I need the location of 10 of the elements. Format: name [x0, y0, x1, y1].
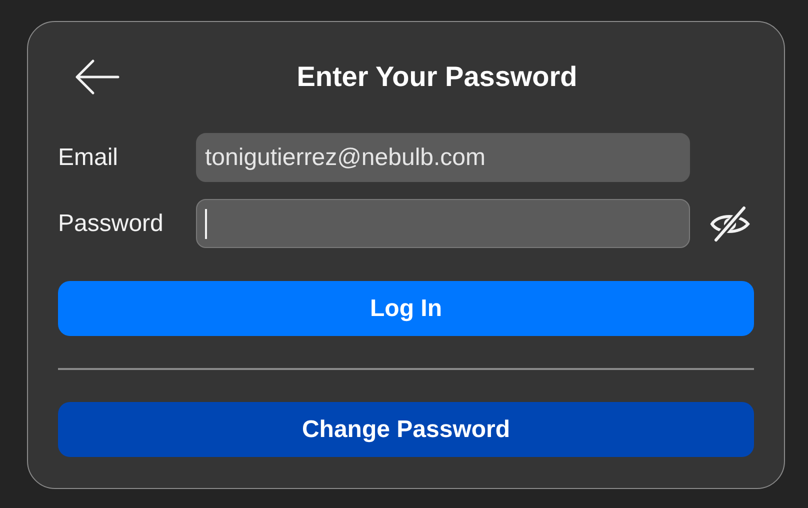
email-field[interactable]: tonigutierrez@nebulb.com	[196, 133, 690, 182]
password-field[interactable]	[196, 199, 690, 248]
text-cursor	[205, 208, 207, 238]
back-arrow-icon	[74, 59, 120, 95]
change-password-button[interactable]: Change Password	[58, 402, 754, 457]
dialog-title: Enter Your Password	[296, 60, 578, 94]
field-label: Password	[58, 208, 164, 238]
eye-slash-icon	[708, 204, 752, 244]
field-label: Email	[58, 142, 120, 172]
login-button[interactable]: Log In	[58, 281, 754, 336]
